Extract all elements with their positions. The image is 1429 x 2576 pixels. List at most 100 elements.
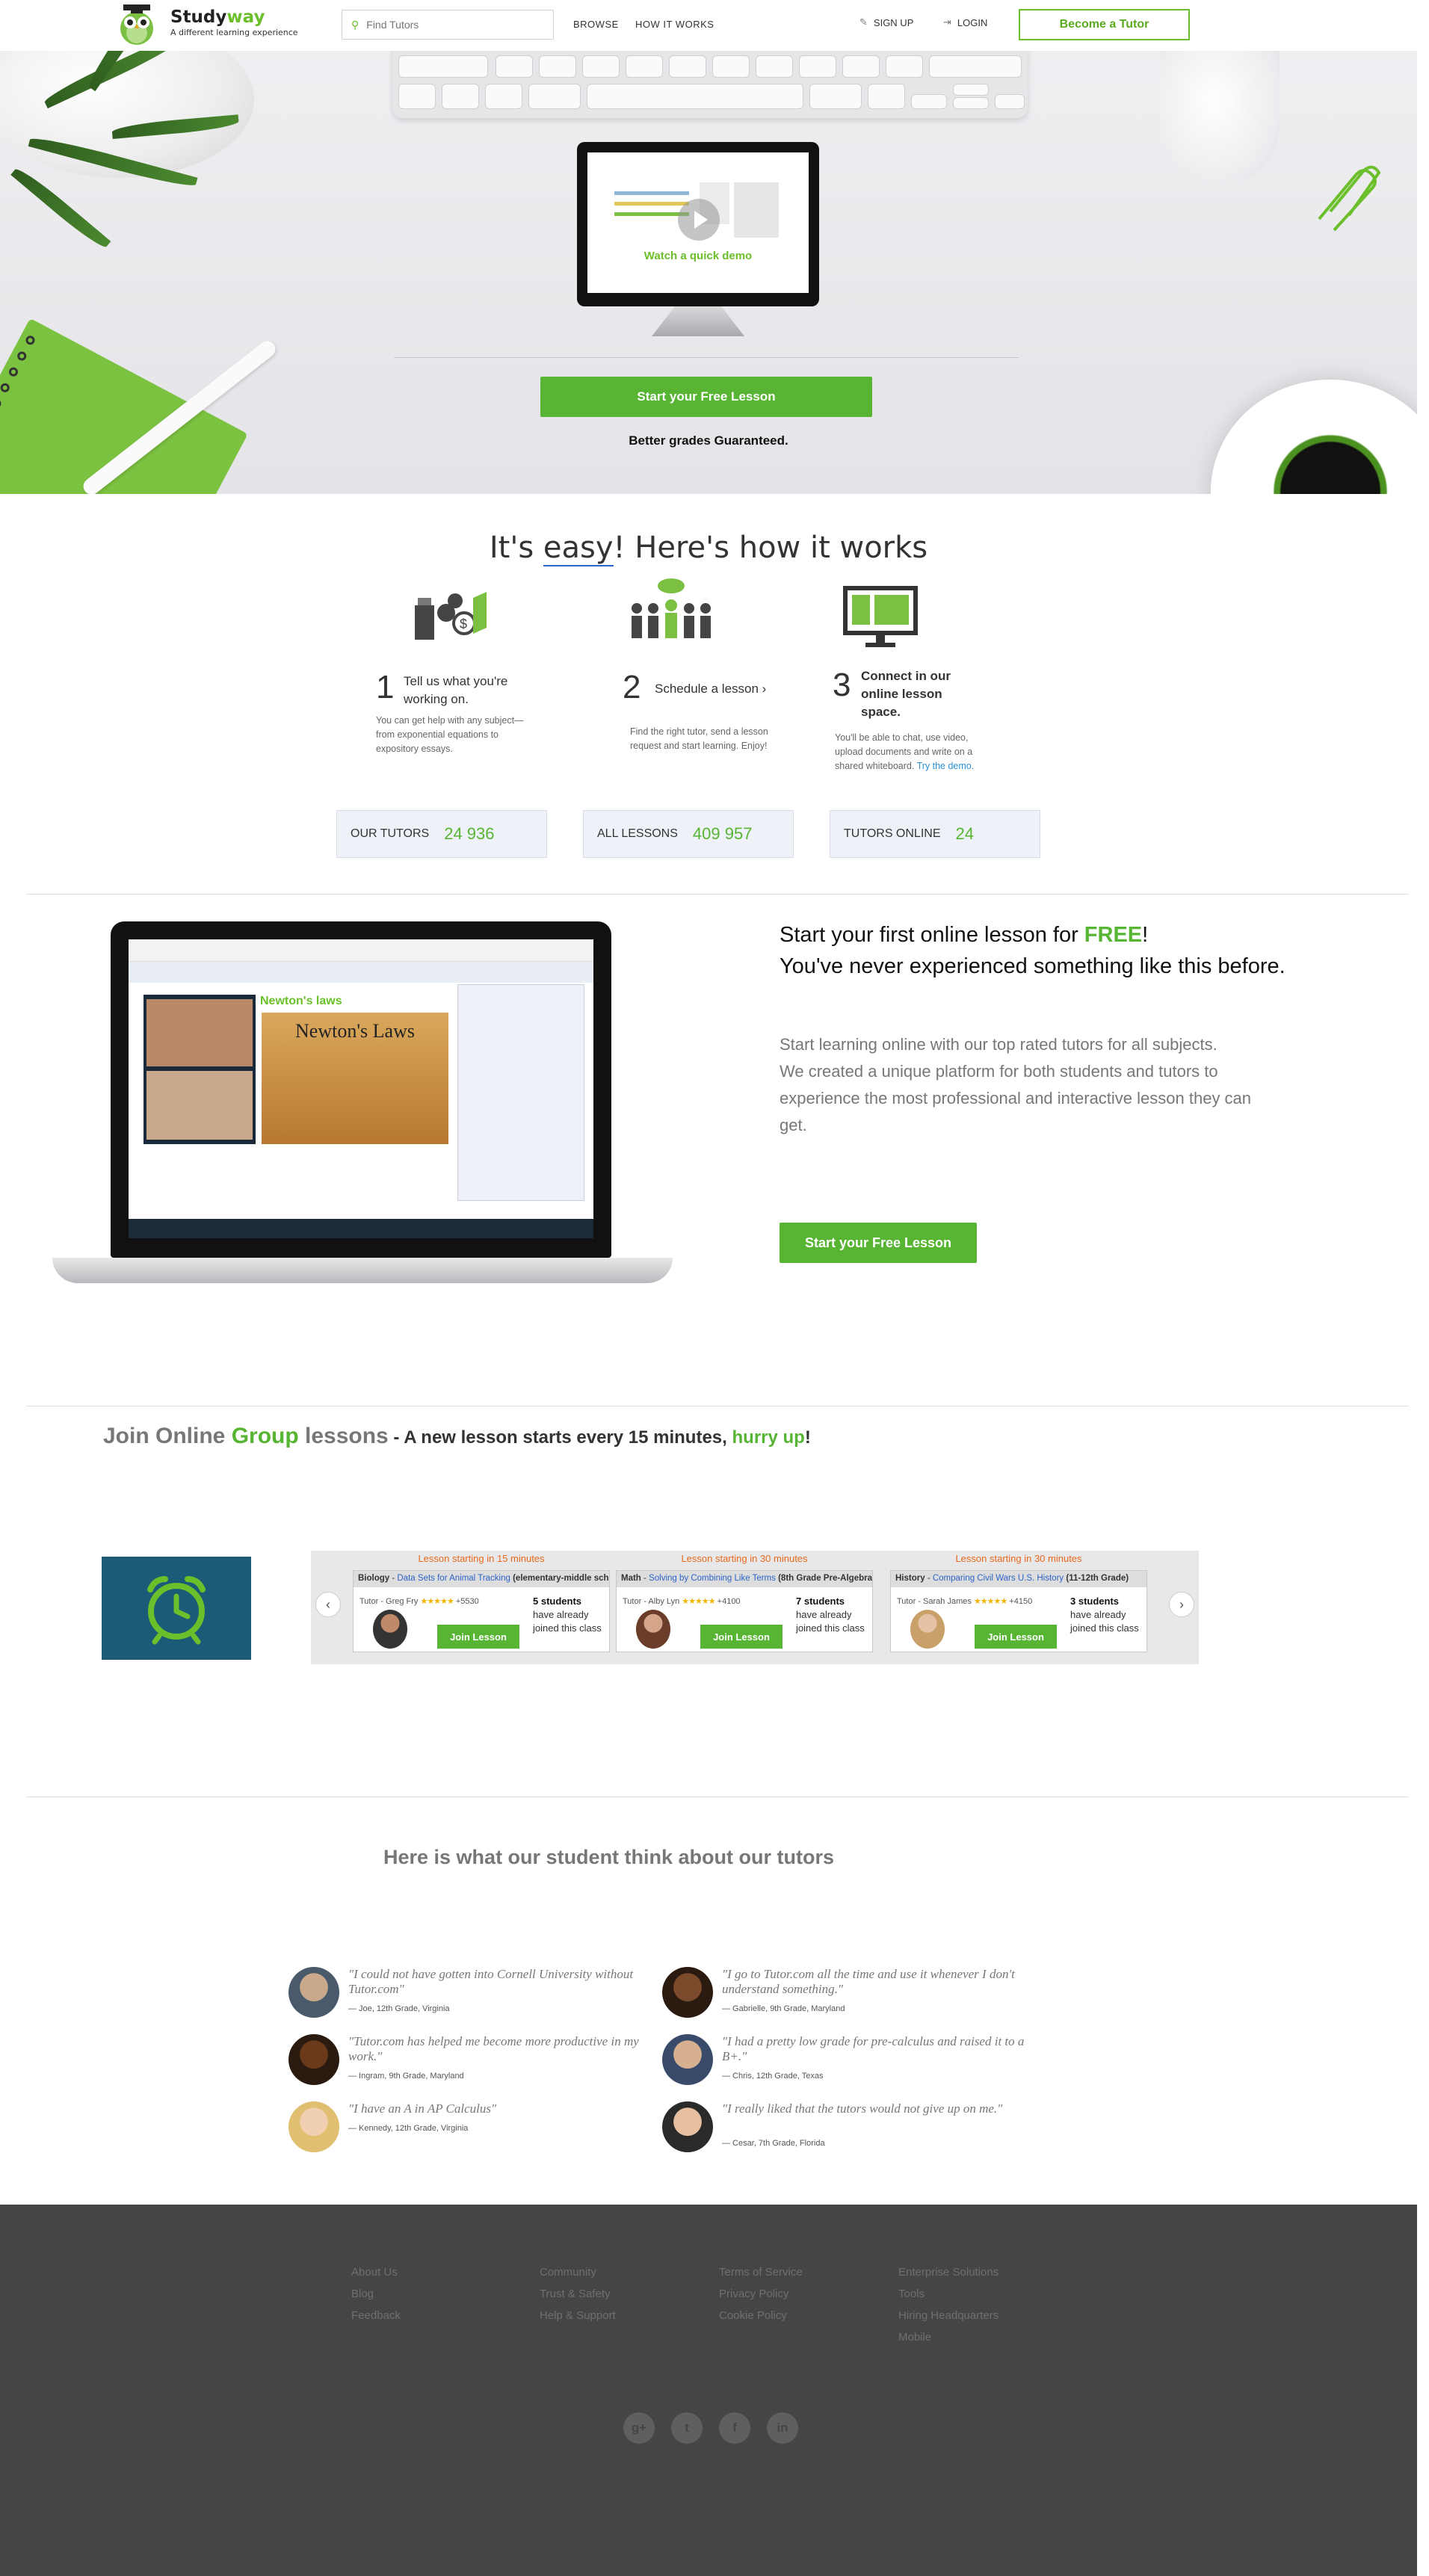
laptop-image: Newton's laws Newton's Laws <box>111 921 611 1258</box>
search-input[interactable] <box>366 19 531 31</box>
lesson-tutor: Tutor - Greg Fry ★★★★★ +5530 <box>359 1597 479 1606</box>
footer-link[interactable]: About Us <box>351 2266 398 2279</box>
footer-link[interactable]: Cookie Policy <box>719 2309 787 2322</box>
testimonial-quote: "I have an A in AP Calculus" <box>348 2101 497 2116</box>
testimonial-author: — Cesar, 7th Grade, Florida <box>722 2139 825 2148</box>
login-icon: ⇥ <box>943 16 951 28</box>
testimonials-title: Here is what our student think about our… <box>383 1846 835 1868</box>
lesson-subject[interactable]: Biology - Data Sets for Animal Tracking … <box>354 1571 609 1587</box>
start-free-lesson-button[interactable]: Start your Free Lesson <box>540 377 872 417</box>
svg-text:$: $ <box>460 617 467 631</box>
testimonial-quote: "I really liked that the tutors would no… <box>722 2101 1003 2116</box>
google-plus-icon[interactable]: g+ <box>623 2412 655 2444</box>
footer-link[interactable]: Mobile <box>898 2331 931 2344</box>
testimonial-quote: "Tutor.com has helped me become more pro… <box>348 2034 639 2063</box>
step-2-title[interactable]: Schedule a lesson › <box>655 682 819 696</box>
login-link[interactable]: ⇥ LOGIN <box>943 16 987 28</box>
lesson-start-time: Lesson starting in 15 minutes <box>418 1553 545 1564</box>
lesson-start-time: Lesson starting in 30 minutes <box>681 1553 808 1564</box>
pencil-icon: ✎ <box>859 16 868 28</box>
footer-link[interactable]: Trust & Safety <box>540 2288 610 2300</box>
twitter-icon[interactable]: t <box>671 2412 703 2444</box>
search-field[interactable]: ⚲ <box>342 10 554 40</box>
slide-title: Newton's laws <box>260 995 342 1007</box>
first-lesson-desc-1: Start learning online with our top rated… <box>780 1035 1217 1054</box>
lesson-card: Lesson starting in 30 minutes Math - Sol… <box>616 1553 873 1652</box>
join-lesson-button[interactable]: Join Lesson <box>700 1625 783 1649</box>
student-avatar <box>662 1967 713 2018</box>
footer-link[interactable]: Tools <box>898 2288 925 2300</box>
brand-name[interactable]: Studyway <box>170 7 265 27</box>
carousel-next-arrow[interactable]: › <box>1169 1592 1194 1617</box>
footer-link[interactable]: Blog <box>351 2288 374 2300</box>
testimonial-author: — Kennedy, 12th Grade, Virginia <box>348 2124 469 2133</box>
hero-divider <box>394 357 1019 358</box>
student-avatar <box>662 2101 713 2152</box>
stat-label: ALL LESSONS <box>597 827 678 840</box>
footer-link[interactable]: Hiring Headquarters <box>898 2309 999 2322</box>
laptop-base <box>52 1258 673 1283</box>
subjects-icon: $ <box>415 592 487 640</box>
facebook-icon[interactable]: f <box>719 2412 750 2444</box>
nav-how-it-works[interactable]: HOW IT WORKS <box>635 19 714 30</box>
footer-link[interactable]: Terms of Service <box>719 2266 803 2279</box>
footer-link[interactable]: Community <box>540 2266 596 2279</box>
lesson-students: 7 students have already joined this class <box>796 1596 865 1634</box>
first-lesson-desc-2: We created a unique platform for both st… <box>780 1062 1252 1134</box>
stat-tutors-online: TUTORS ONLINE 24 <box>830 810 1040 858</box>
step-3-desc: You'll be able to chat, use video, uploa… <box>835 731 988 773</box>
lesson-card: Lesson starting in 15 minutes Biology - … <box>353 1553 610 1652</box>
student-avatar <box>288 1967 339 2018</box>
first-lesson-title: Start your first online lesson for FREE!… <box>780 923 1286 978</box>
lesson-subject[interactable]: History - Comparing Civil Wars U.S. Hist… <box>891 1571 1146 1587</box>
student-avatar <box>288 2034 339 2085</box>
step-1-number: 1 <box>376 669 395 705</box>
stat-our-tutors: OUR TUTORS 24 936 <box>336 810 547 858</box>
monitor-stand <box>652 306 744 336</box>
lesson-start-time: Lesson starting in 30 minutes <box>955 1553 1082 1564</box>
step-2-desc: Find the right tutor, send a lesson requ… <box>630 726 768 751</box>
join-lesson-button[interactable]: Join Lesson <box>437 1625 519 1649</box>
testimonial-quote: "I could not have gotten into Cornell Un… <box>348 1967 634 1996</box>
stat-label: TUTORS ONLINE <box>844 827 941 840</box>
testimonial-author: — Chris, 12th Grade, Texas <box>722 2072 824 2081</box>
tutor-avatar <box>910 1610 945 1649</box>
slide-heading: Newton's Laws <box>295 1020 415 1042</box>
nav-browse[interactable]: BROWSE <box>573 19 619 30</box>
lesson-space-screenshot: Newton's laws Newton's Laws <box>129 939 593 1238</box>
keyboard-image <box>392 51 1028 118</box>
signup-label: SIGN UP <box>873 16 914 28</box>
owl-logo-icon[interactable] <box>117 0 156 46</box>
brand-tagline: A different learning experience <box>170 28 298 37</box>
people-icon <box>632 578 711 638</box>
play-icon[interactable] <box>678 199 720 241</box>
lesson-subject[interactable]: Math - Solving by Combining Like Terms (… <box>617 1571 872 1587</box>
first-lesson-desc: Start learning online with our top rated… <box>780 1031 1258 1139</box>
lesson-tutor: Tutor - Alby Lyn ★★★★★ +4100 <box>623 1597 741 1606</box>
testimonial-author: — Joe, 12th Grade, Virginia <box>348 2004 450 2013</box>
become-tutor-button[interactable]: Become a Tutor <box>1019 9 1190 40</box>
stat-label: OUR TUTORS <box>351 827 430 840</box>
stat-all-lessons: ALL LESSONS 409 957 <box>583 810 794 858</box>
alarm-clock-icon <box>147 1576 206 1645</box>
try-demo-link[interactable]: Try the demo. <box>917 761 975 771</box>
linkedin-icon[interactable]: in <box>767 2412 798 2444</box>
clock-tile <box>102 1557 251 1660</box>
testimonial-quote: "I go to Tutor.com all the time and use … <box>722 1967 1015 1996</box>
group-lessons-title: Join Online Group lessons - A new lesson… <box>103 1424 811 1448</box>
footer-link[interactable]: Privacy Policy <box>719 2288 788 2300</box>
testimonial-author: — Ingram, 9th Grade, Maryland <box>348 2072 464 2081</box>
lesson-tutor: Tutor - Sarah James ★★★★★ +4150 <box>897 1597 1033 1606</box>
hero-guarantee: Better grades Guaranteed. <box>629 433 788 448</box>
carousel-prev-arrow[interactable]: ‹ <box>315 1592 341 1617</box>
footer-link[interactable]: Help & Support <box>540 2309 616 2322</box>
join-lesson-button[interactable]: Join Lesson <box>975 1625 1057 1649</box>
tutor-avatar <box>636 1610 670 1649</box>
start-free-lesson-button-2[interactable]: Start your Free Lesson <box>780 1223 977 1263</box>
footer-link[interactable]: Enterprise Solutions <box>898 2266 999 2279</box>
testimonial-author: — Gabrielle, 9th Grade, Maryland <box>722 2004 845 2013</box>
footer-link[interactable]: Feedback <box>351 2309 401 2322</box>
signup-link[interactable]: ✎ SIGN UP <box>859 16 913 28</box>
demo-label[interactable]: Watch a quick demo <box>587 250 809 262</box>
demo-video-player[interactable]: Watch a quick demo <box>577 142 819 306</box>
